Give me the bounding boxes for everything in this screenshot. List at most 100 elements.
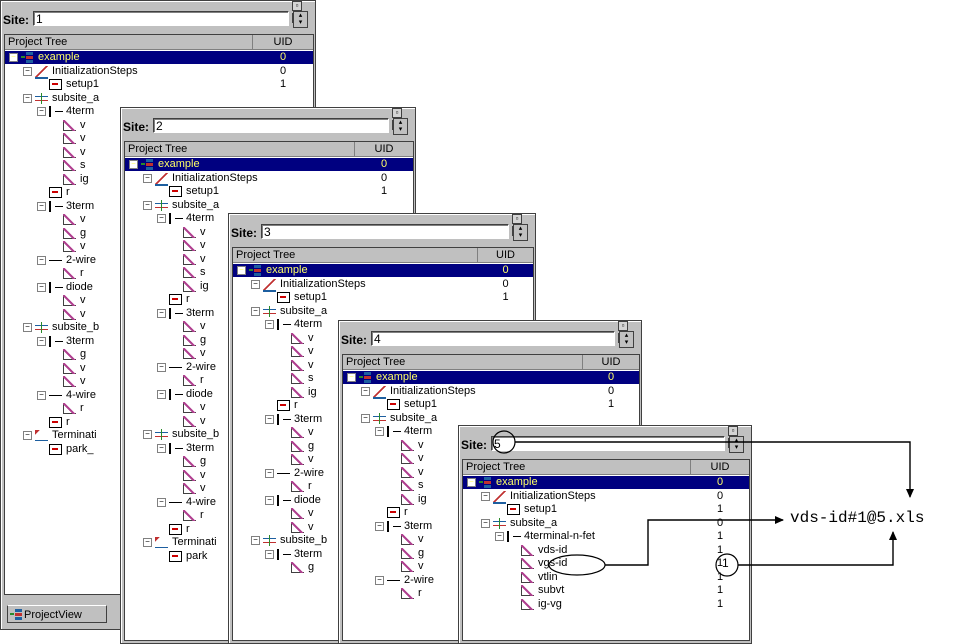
- site-spinner[interactable]: ▴ ▾: [619, 331, 634, 348]
- collapse-toggle-icon[interactable]: −: [143, 430, 152, 439]
- tree-row[interactable]: − InitializationSteps 0: [463, 490, 749, 504]
- tree-row[interactable]: setup1 1: [233, 291, 533, 304]
- restore-icon[interactable]: ▫: [392, 108, 402, 118]
- tree-row[interactable]: − InitializationSteps 0: [5, 65, 313, 79]
- tree-row[interactable]: − example 0: [343, 371, 639, 384]
- tree-row[interactable]: − example 0: [125, 158, 413, 171]
- tree-row-label: r: [200, 374, 204, 386]
- collapse-toggle-icon[interactable]: −: [157, 308, 166, 318]
- uid-column-header[interactable]: UID: [478, 248, 533, 262]
- tree-row[interactable]: − subsite_a: [125, 199, 413, 212]
- collapse-toggle-icon[interactable]: −: [37, 201, 46, 211]
- collapse-toggle-icon[interactable]: −: [361, 413, 370, 423]
- collapse-toggle-icon[interactable]: −: [37, 390, 46, 400]
- collapse-toggle-icon[interactable]: −: [347, 373, 356, 382]
- tree-row[interactable]: − example 0: [463, 476, 749, 489]
- collapse-toggle-icon[interactable]: −: [265, 414, 274, 424]
- project-tree-column-header[interactable]: Project Tree: [125, 142, 355, 156]
- collapse-toggle-icon[interactable]: −: [143, 538, 152, 547]
- project-tree-column-header[interactable]: Project Tree: [343, 355, 583, 369]
- uid-column-header[interactable]: UID: [253, 35, 313, 49]
- tree-row[interactable]: vgs-id 1: [463, 557, 749, 570]
- uid-column-header[interactable]: UID: [691, 460, 749, 474]
- measurement-icon: [183, 510, 196, 521]
- tree-row[interactable]: setup1 1: [5, 78, 313, 91]
- collapse-toggle-icon[interactable]: −: [157, 362, 166, 372]
- site-input[interactable]: 2: [153, 118, 389, 133]
- tree-row[interactable]: − subsite_a: [343, 412, 639, 425]
- collapse-toggle-icon[interactable]: −: [129, 160, 138, 169]
- collapse-toggle-icon[interactable]: −: [157, 443, 166, 453]
- collapse-toggle-icon[interactable]: −: [23, 431, 32, 440]
- collapse-toggle-icon[interactable]: −: [251, 306, 260, 316]
- collapse-toggle-icon[interactable]: −: [251, 279, 260, 289]
- site-spinner[interactable]: ▴ ▾: [393, 118, 408, 135]
- project-tree[interactable]: Project Tree UID − example 0− InitializationS…: [462, 459, 750, 641]
- tree-row[interactable]: − InitializationSteps 0: [233, 278, 533, 292]
- resistor-icon: [169, 496, 182, 508]
- project-tree-column-header[interactable]: Project Tree: [5, 35, 253, 49]
- collapse-toggle-icon[interactable]: −: [265, 549, 274, 559]
- collapse-toggle-icon[interactable]: −: [37, 255, 46, 265]
- uid-column-header[interactable]: UID: [583, 355, 639, 369]
- collapse-toggle-icon[interactable]: −: [157, 497, 166, 507]
- tree-row[interactable]: − 4terminal-n-fet 1: [463, 530, 749, 543]
- collapse-toggle-icon[interactable]: −: [37, 282, 46, 292]
- restore-icon[interactable]: ▫: [292, 1, 302, 11]
- init-steps-icon: [373, 385, 386, 399]
- collapse-toggle-icon[interactable]: −: [237, 266, 246, 275]
- collapse-toggle-icon[interactable]: −: [265, 468, 274, 478]
- tree-row[interactable]: setup1 1: [343, 398, 639, 411]
- collapse-toggle-icon[interactable]: −: [157, 214, 166, 223]
- restore-icon[interactable]: ▫: [512, 214, 522, 224]
- collapse-toggle-icon[interactable]: −: [467, 478, 476, 487]
- tree-row[interactable]: − subsite_a 0: [463, 517, 749, 530]
- project-tree-column-header[interactable]: Project Tree: [463, 460, 691, 474]
- collapse-toggle-icon[interactable]: −: [481, 491, 490, 501]
- site-input[interactable]: 1: [33, 11, 289, 26]
- tree-row[interactable]: − InitializationSteps 0: [343, 384, 639, 399]
- restore-icon[interactable]: ▫: [728, 426, 738, 436]
- collapse-toggle-icon[interactable]: −: [143, 200, 152, 210]
- collapse-toggle-icon[interactable]: −: [265, 320, 274, 329]
- collapse-toggle-icon[interactable]: −: [37, 107, 46, 116]
- collapse-toggle-icon[interactable]: −: [9, 53, 18, 62]
- tree-row[interactable]: vds-id 1: [463, 544, 749, 557]
- tree-row[interactable]: − InitializationSteps 0: [125, 172, 413, 186]
- tree-row[interactable]: setup1 1: [125, 185, 413, 198]
- tree-row[interactable]: − subsite_a: [5, 92, 313, 105]
- collapse-toggle-icon[interactable]: −: [375, 575, 384, 585]
- collapse-toggle-icon[interactable]: −: [375, 427, 384, 436]
- collapse-toggle-icon[interactable]: −: [495, 532, 504, 541]
- tree-row[interactable]: − subsite_a: [233, 305, 533, 318]
- site-input[interactable]: 4: [371, 331, 615, 346]
- collapse-toggle-icon[interactable]: −: [265, 495, 274, 505]
- tree-row[interactable]: subvt 1: [463, 584, 749, 597]
- collapse-toggle-icon[interactable]: −: [361, 386, 370, 396]
- collapse-toggle-icon[interactable]: −: [37, 336, 46, 346]
- tree-row[interactable]: − example 0: [233, 264, 533, 277]
- collapse-toggle-icon[interactable]: −: [143, 173, 152, 183]
- collapse-toggle-icon[interactable]: −: [23, 66, 32, 76]
- collapse-toggle-icon[interactable]: −: [23, 323, 32, 332]
- site-input[interactable]: 3: [261, 224, 509, 239]
- site-spinner[interactable]: ▴ ▾: [293, 11, 308, 28]
- tree-row-label: InitializationSteps: [390, 384, 476, 397]
- collapse-toggle-icon[interactable]: −: [157, 389, 166, 399]
- tree-row[interactable]: − example 0: [5, 51, 313, 64]
- collapse-toggle-icon[interactable]: −: [375, 521, 384, 531]
- tree-row[interactable]: setup1 1: [463, 503, 749, 516]
- tree-row[interactable]: vtlin 1: [463, 571, 749, 584]
- project-tree-column-header[interactable]: Project Tree: [233, 248, 478, 262]
- site-spinner[interactable]: ▴ ▾: [513, 224, 528, 241]
- collapse-toggle-icon[interactable]: −: [23, 93, 32, 103]
- restore-icon[interactable]: ▫: [618, 321, 628, 331]
- collapse-toggle-icon[interactable]: −: [251, 536, 260, 545]
- site-input[interactable]: 5: [491, 436, 725, 451]
- uid-column-header[interactable]: UID: [355, 142, 413, 156]
- tree-row-uid: 1: [380, 185, 388, 197]
- tree-row[interactable]: ig-vg 1: [463, 598, 749, 611]
- tab-project-view[interactable]: ProjectView: [7, 605, 107, 623]
- site-spinner[interactable]: ▴ ▾: [729, 436, 744, 453]
- collapse-toggle-icon[interactable]: −: [481, 518, 490, 528]
